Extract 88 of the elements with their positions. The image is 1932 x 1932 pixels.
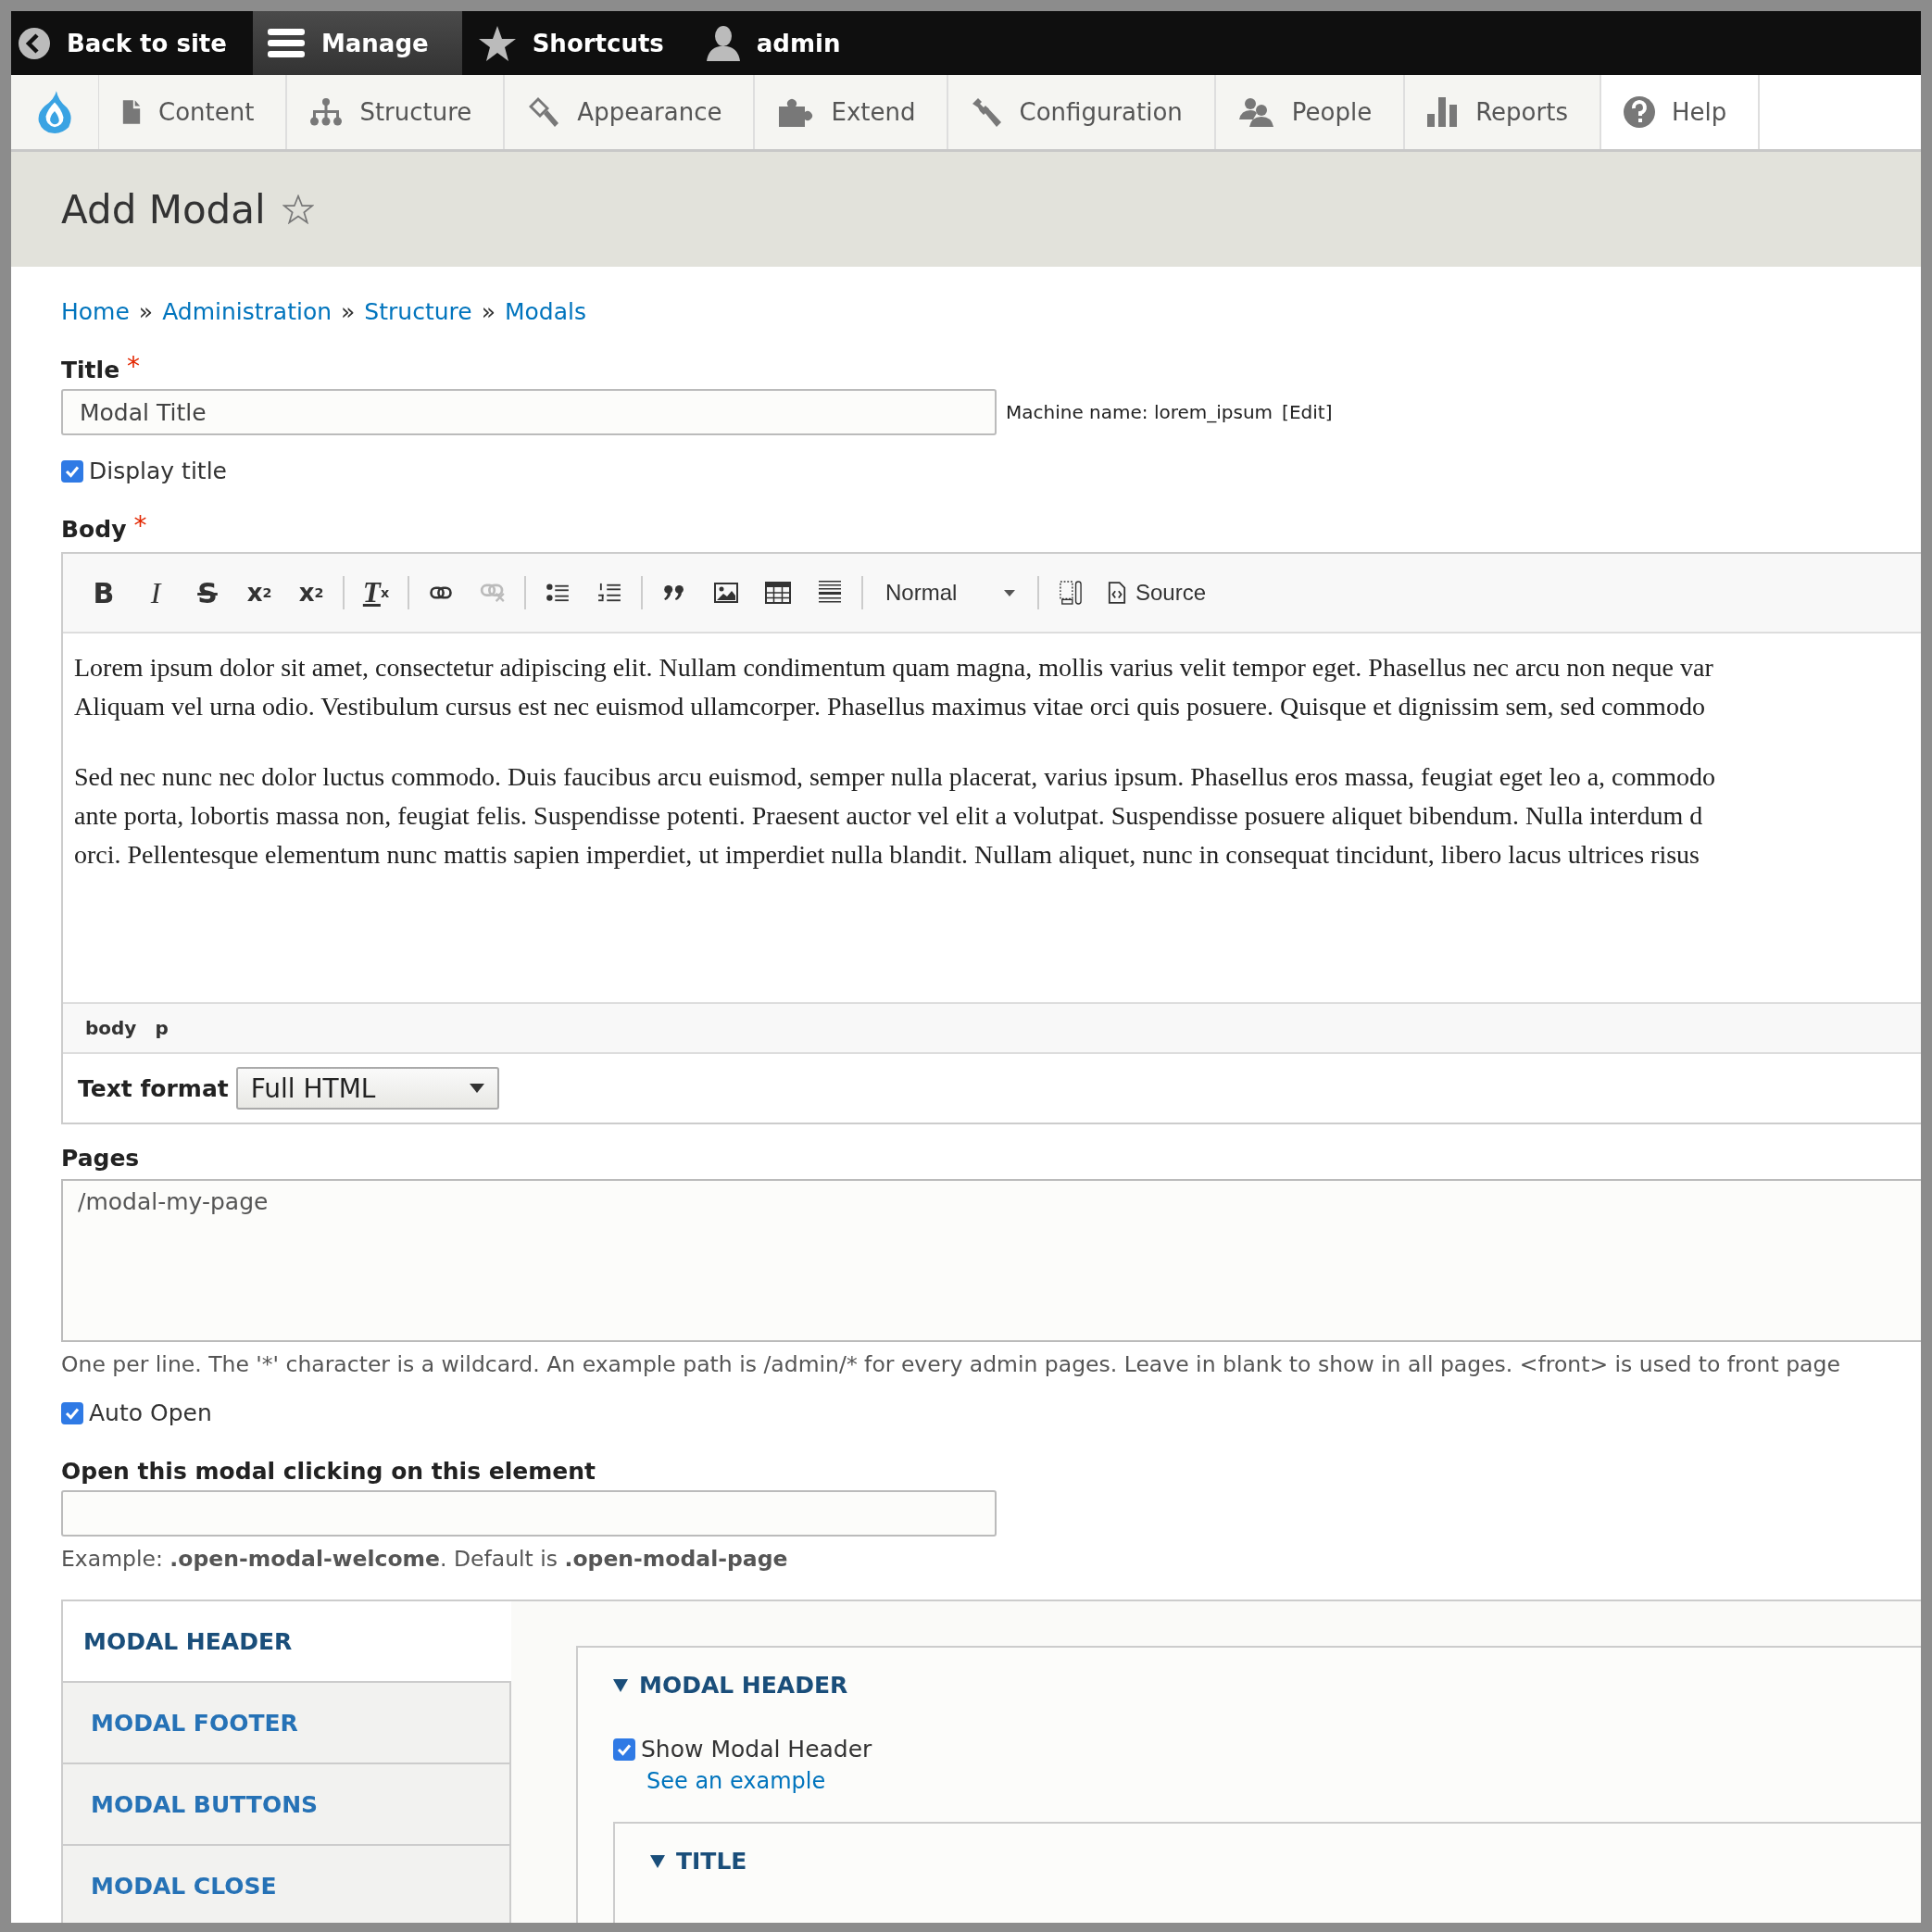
puzzle-icon xyxy=(777,97,815,127)
text-format-select[interactable]: Full HTML xyxy=(235,1067,499,1110)
link-icon xyxy=(429,586,453,599)
vertical-tab[interactable]: MODAL CLOSE xyxy=(63,1846,511,1923)
checkbox-label: Display title xyxy=(89,458,227,484)
element-field[interactable] xyxy=(61,1490,997,1537)
quote-icon xyxy=(663,584,685,601)
section-title[interactable]: TITLE xyxy=(676,1848,747,1875)
vertical-tab[interactable]: MODAL FOOTER xyxy=(63,1683,511,1764)
people-icon xyxy=(1237,97,1275,127)
breadcrumb-link[interactable]: Administration xyxy=(162,298,332,325)
user-icon xyxy=(706,25,740,61)
caret-icon xyxy=(1004,589,1015,596)
checkbox[interactable] xyxy=(613,1738,635,1761)
menu-item[interactable]: Extend xyxy=(755,75,949,149)
breadcrumb-link[interactable]: Home xyxy=(61,298,130,325)
edit-link[interactable]: Edit xyxy=(1288,401,1325,423)
document-icon xyxy=(121,99,142,125)
toolbar-tab[interactable]: Back to site xyxy=(11,11,253,75)
checkbox-label: Show Modal Header xyxy=(641,1736,872,1763)
checkbox-label: Auto Open xyxy=(89,1399,212,1426)
field-description: Example: .open-modal-welcome. Default is .open-modal-page xyxy=(61,1546,789,1572)
example-link[interactable]: See an example xyxy=(646,1768,1921,1794)
menu-item[interactable]: People xyxy=(1215,75,1406,149)
horizontal-line-icon xyxy=(819,581,841,605)
show-blocks-icon xyxy=(1060,581,1082,605)
body-text: ante porta, lobortis massa non, feugiat felis. Suspendisse potenti. Praesent auctor vel elit a volutpat. Suspendisse posuere aliquet bibendum. Nulla interdum d xyxy=(74,800,1704,832)
breadcrumb-separator: » xyxy=(138,298,154,325)
field-label: Text format xyxy=(78,1074,229,1102)
wrench-icon xyxy=(971,96,1003,128)
source-button[interactable]: Source xyxy=(1104,576,1211,609)
star-icon xyxy=(478,25,516,61)
toolbar-tab[interactable]: Shortcuts xyxy=(461,11,690,75)
table-icon xyxy=(765,582,791,604)
menu-icon xyxy=(267,28,305,58)
bold-button[interactable]: B xyxy=(85,572,122,613)
toolbar-tab[interactable]: admin xyxy=(689,11,867,75)
unlink-icon xyxy=(480,583,506,602)
back-icon xyxy=(19,27,50,59)
section-title[interactable]: MODAL HEADER xyxy=(639,1672,848,1699)
body-text: Lorem ipsum dolor sit amet, consectetur adipiscing elit. Nullam condimentum quam magna, mollis varius velit tempor eget. Phasellus nec arcu non neque var xyxy=(74,652,1714,684)
field-label: Title xyxy=(61,357,120,383)
hierarchy-icon xyxy=(309,98,344,126)
field-label: Open this modal clicking on this element xyxy=(61,1458,596,1485)
toolbar-tab[interactable]: Manage xyxy=(252,11,462,75)
menu-item[interactable]: Reports xyxy=(1405,75,1601,149)
numbered-list-icon xyxy=(598,583,621,603)
menu-item[interactable]: Structure xyxy=(287,75,506,149)
required-mark: * xyxy=(133,516,147,536)
path-item[interactable]: p xyxy=(155,1017,169,1039)
star-icon[interactable] xyxy=(282,194,314,224)
pages-field[interactable]: /modal-my-page xyxy=(61,1179,1921,1342)
menu-item[interactable]: Configuration xyxy=(948,75,1216,149)
menu-item[interactable]: Appearance xyxy=(505,75,756,149)
body-text: Sed nec nunc nec dolor luctus commodo. Duis faucibus arcu euismod, semper nulla placerat, varius ipsum. Phasellus eros massa, feugiat eget leo a, commodo xyxy=(74,761,1717,793)
caret-icon xyxy=(469,1084,484,1093)
brush-icon xyxy=(527,97,561,127)
field-label: Pages xyxy=(61,1145,140,1172)
bar-chart-icon xyxy=(1427,97,1460,127)
menu-item[interactable]: Content xyxy=(99,75,288,149)
help-icon xyxy=(1623,96,1655,128)
format-dropdown[interactable]: Normal xyxy=(876,576,1024,609)
vertical-tab[interactable]: MODAL BUTTONS xyxy=(63,1764,511,1846)
field-description: One per line. The '*' character is a wildcard. An example path is /admin/* for every admin pages. Leave in blank to show in all pages. <front> is used to front page xyxy=(61,1351,1841,1377)
field-label: Body xyxy=(61,516,127,543)
title-field[interactable]: Modal Title xyxy=(61,389,997,435)
source-icon xyxy=(1108,582,1126,604)
checkbox[interactable] xyxy=(61,1401,83,1424)
strike-button[interactable]: S xyxy=(189,572,226,613)
checkbox[interactable] xyxy=(61,459,83,483)
page-title: Add Modal xyxy=(61,186,266,232)
breadcrumb-separator: » xyxy=(341,298,356,325)
italic-button[interactable]: I xyxy=(137,571,174,614)
machine-name: Machine name: lorem_ipsum xyxy=(1006,401,1273,423)
body-text: Aliquam vel urna odio. Vestibulum cursus est nec euismod ullamcorper. Phasellus maximus vitae orci quis posuere. Quisque et dignissim sem, sed commodo xyxy=(74,691,1706,722)
breadcrumb-separator: » xyxy=(481,298,496,325)
path-item[interactable]: body xyxy=(85,1017,137,1039)
breadcrumb-link[interactable]: Modals xyxy=(504,298,586,325)
body-text: orci. Pellentesque elementum nunc mattis sapien imperdiet, ut imperdiet nulla blandit. Nullam aliquet, nunc in consequat tincidunt, libero lacus ultrices risus xyxy=(74,839,1701,871)
format-button[interactable]: x$^{2}$ xyxy=(241,575,278,610)
bulleted-list-icon xyxy=(546,583,569,602)
bracket: ] xyxy=(1324,401,1333,423)
vertical-tab[interactable]: MODAL HEADER xyxy=(63,1601,511,1683)
bracket: [ xyxy=(1282,401,1289,423)
breadcrumb-link[interactable]: Structure xyxy=(364,298,472,325)
drop-logo-icon[interactable] xyxy=(37,90,72,134)
image-icon xyxy=(714,583,738,603)
required-mark: * xyxy=(127,357,141,377)
